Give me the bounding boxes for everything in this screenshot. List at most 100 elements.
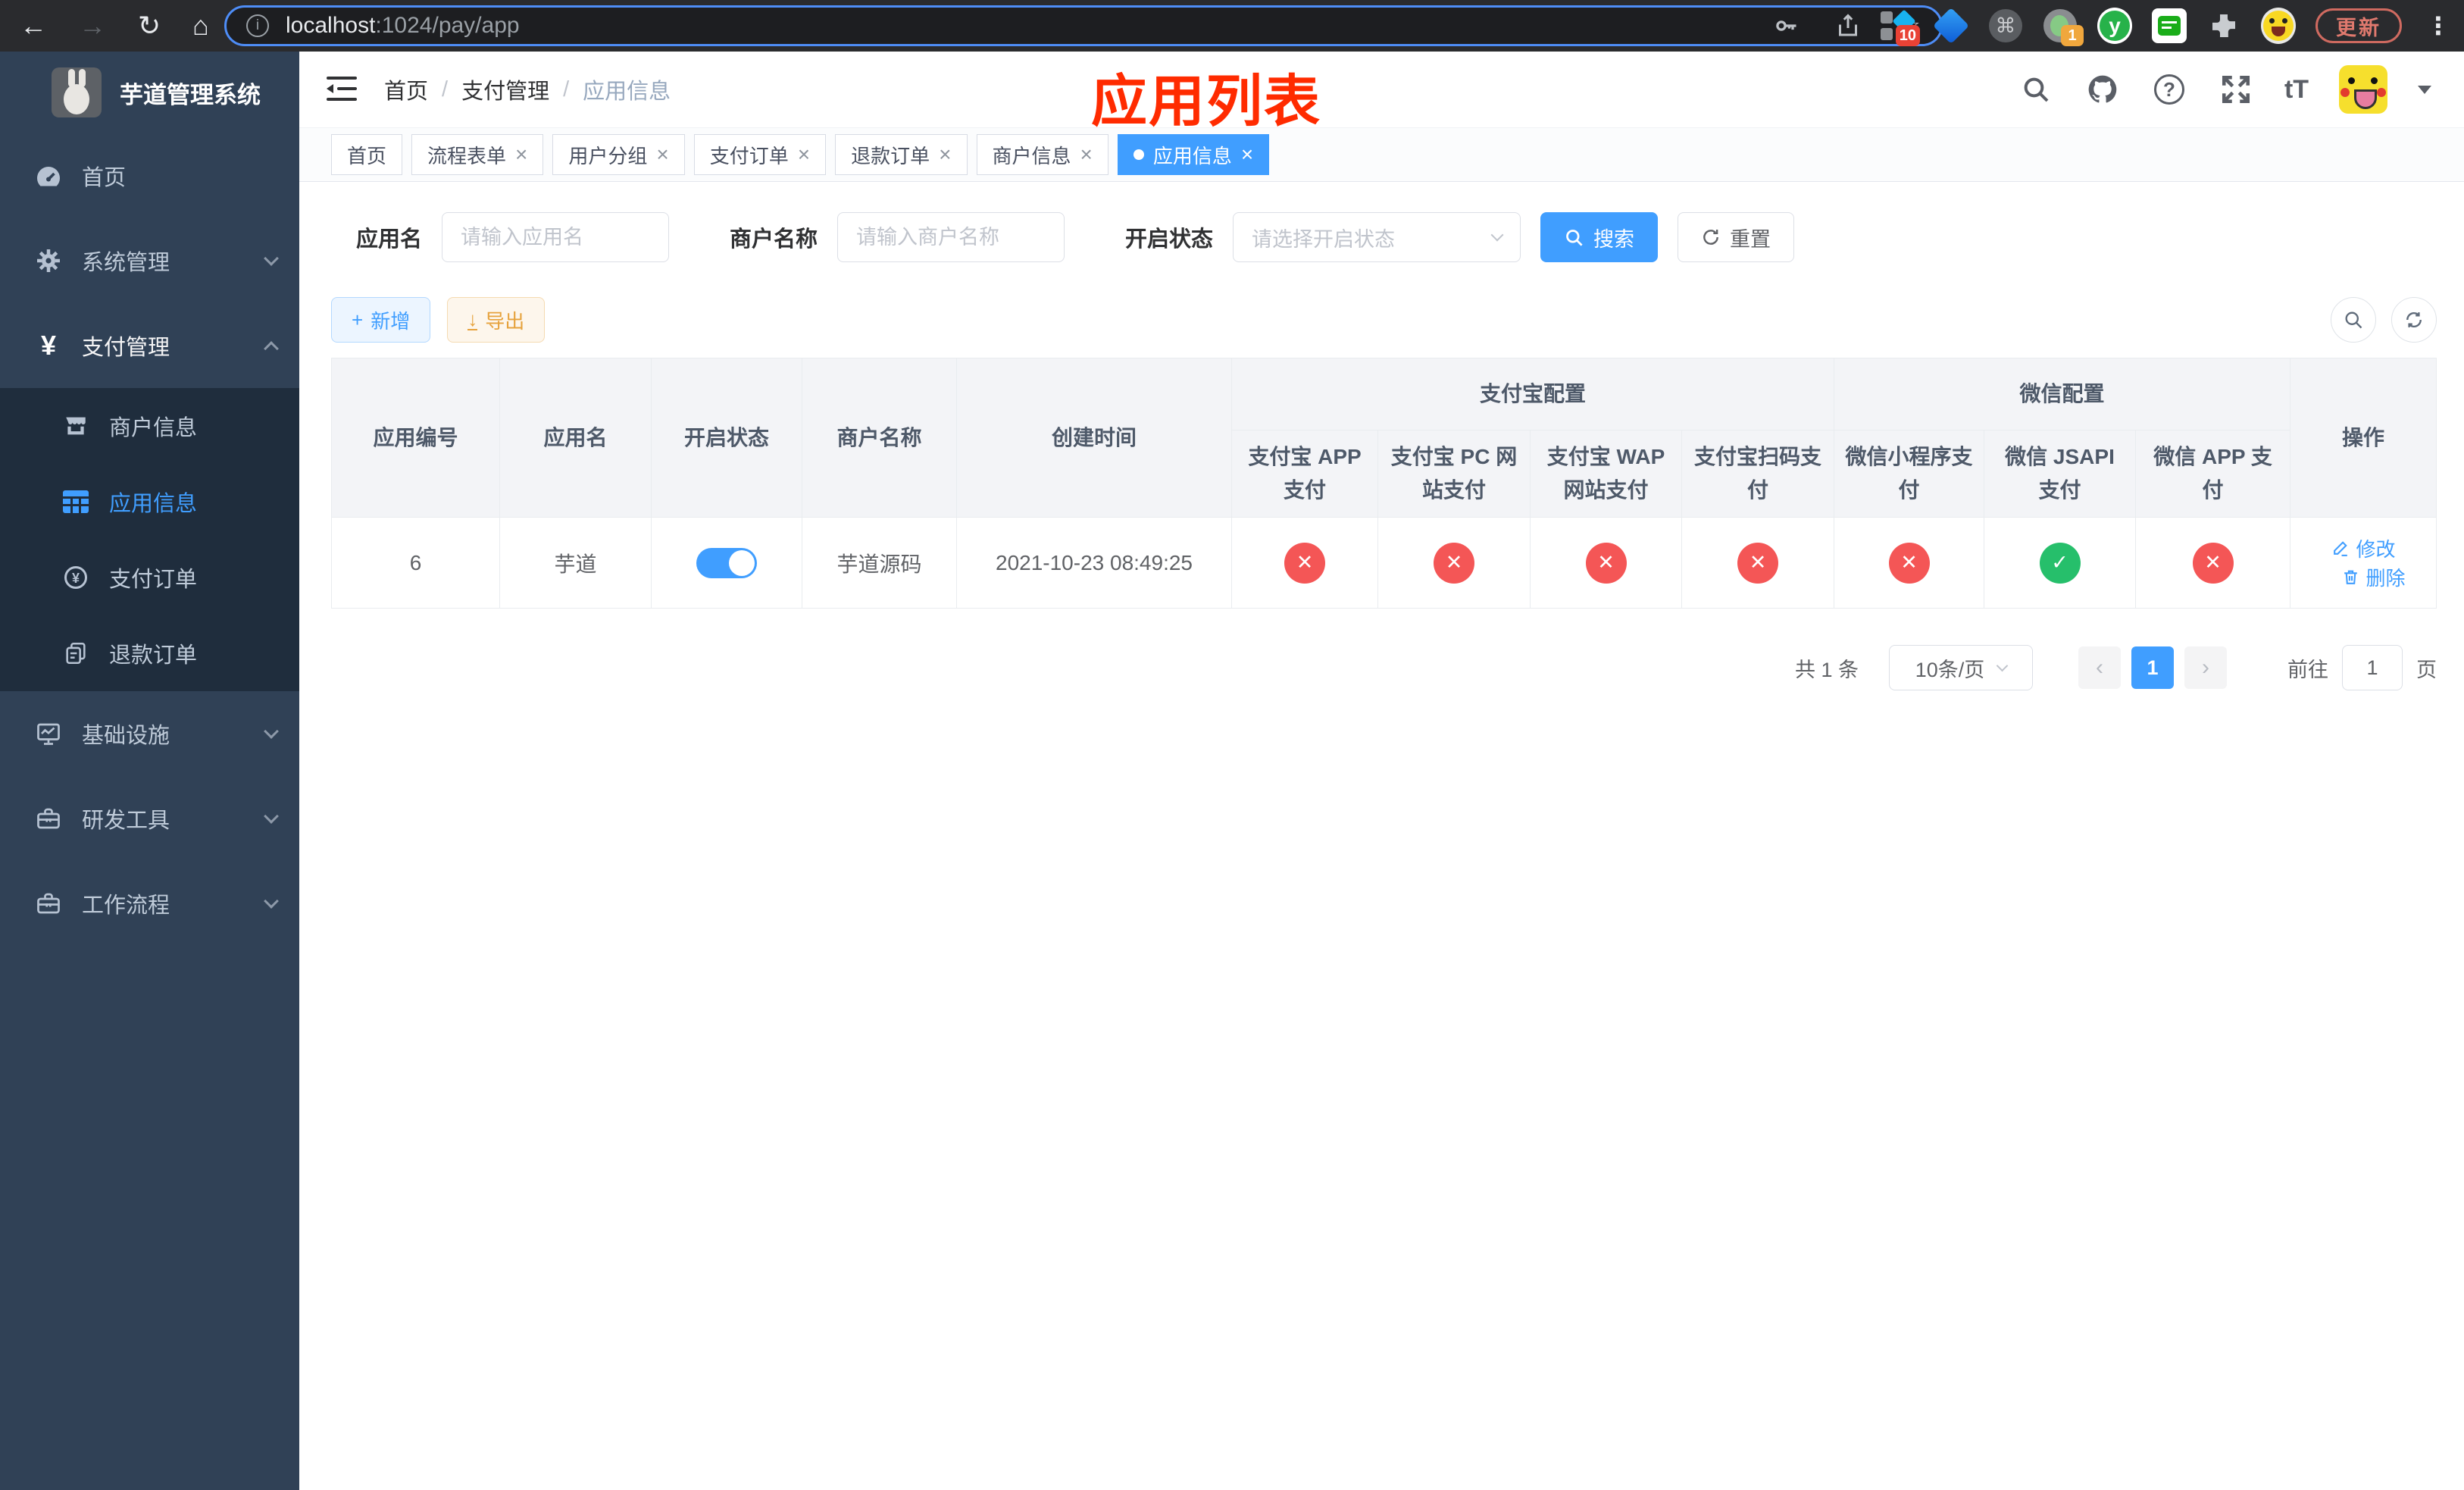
sortable-extension-icon[interactable]: 10 [1879, 8, 1920, 46]
browser-menu-icon[interactable]: ⋮ [2422, 11, 2455, 40]
command-extension-icon[interactable]: ⌘ [1988, 8, 2023, 43]
site-info-icon[interactable]: i [246, 14, 269, 37]
status-select[interactable]: 请选择开启状态 [1233, 212, 1521, 262]
breadcrumb: 首页 / 支付管理 / 应用信息 [384, 74, 671, 105]
fullscreen-icon[interactable] [2218, 71, 2254, 108]
user-avatar[interactable] [2339, 65, 2388, 114]
close-icon[interactable]: × [1080, 144, 1093, 165]
add-button[interactable]: + 新增 [331, 297, 431, 343]
tab-home[interactable]: 首页 [331, 134, 403, 175]
sidebar-logo-row[interactable]: 芋道管理系统 [0, 52, 299, 133]
sidebar-item-system[interactable]: 系统管理 [0, 218, 299, 303]
close-icon[interactable]: × [798, 144, 810, 165]
app-title: 芋道管理系统 [120, 81, 261, 108]
next-page-button[interactable]: › [2184, 646, 2228, 689]
address-bar[interactable]: i localhost:1024/pay/app ☆ [224, 5, 1943, 46]
url-path: :1024/pay/app [375, 13, 520, 38]
collapse-sidebar-icon[interactable] [327, 77, 357, 102]
cell-actions: 修改 删除 [2290, 517, 2437, 609]
sidebar-item-home[interactable]: 首页 [0, 133, 299, 218]
refresh-button[interactable] [2391, 297, 2437, 343]
close-icon[interactable]: × [515, 144, 527, 165]
app-name-label: 应用名 [356, 227, 423, 252]
sidebar-item-app-info[interactable]: 应用信息 [0, 464, 299, 540]
share-icon[interactable] [1834, 12, 1862, 39]
sidebar-item-merchant-info[interactable]: 商户信息 [0, 388, 299, 464]
github-icon[interactable] [2084, 71, 2121, 108]
help-icon[interactable]: ? [2151, 71, 2187, 108]
prev-page-button[interactable]: ‹ [2078, 646, 2122, 689]
close-icon[interactable]: × [656, 144, 668, 165]
wechat-extension-icon[interactable] [2152, 8, 2187, 43]
filter-form: 应用名 商户名称 开启状态 请选择开启状态 搜索 重置 [356, 212, 2437, 262]
close-icon[interactable]: × [939, 144, 951, 165]
puzzle-extensions-icon[interactable] [2206, 8, 2241, 43]
cell-alipay-app: ✕ [1231, 517, 1378, 609]
sidebar-item-label: 基础设施 [82, 724, 170, 748]
edit-link[interactable]: 修改 [2331, 534, 2396, 562]
tab-refund-orders[interactable]: 退款订单 × [835, 134, 968, 175]
font-size-icon[interactable]: tT [2284, 75, 2309, 105]
reset-button[interactable]: 重置 [1678, 212, 1795, 262]
avatar-caret-icon[interactable] [2418, 85, 2432, 94]
tab-pay-orders[interactable]: 支付订单 × [693, 134, 827, 175]
tab-merchant-info[interactable]: 商户信息 × [976, 134, 1108, 175]
status-icon: ✕ [1434, 542, 1474, 584]
sidebar-item-payment[interactable]: ¥ 支付管理 [0, 303, 299, 388]
col-alipay-pc: 支付宝 PC 网站支付 [1377, 430, 1531, 518]
home-icon[interactable]: ⌂ [192, 12, 209, 39]
col-actions: 操作 [2290, 358, 2437, 518]
page-1-button[interactable]: 1 [2131, 646, 2175, 689]
payment-submenu: 商户信息 应用信息 ¥ 支付订单 退款订单 [0, 388, 299, 691]
delete-link[interactable]: 删除 [2341, 563, 2406, 591]
back-icon[interactable]: ← [20, 12, 47, 39]
cell-merchant: 芋道源码 [802, 517, 957, 609]
toggle-search-button[interactable] [2331, 297, 2377, 343]
sidebar-item-workflow[interactable]: 工作流程 [0, 861, 299, 946]
merchant-name-input[interactable] [837, 212, 1065, 262]
tab-user-group[interactable]: 用户分组 × [552, 134, 685, 175]
col-group-wechat: 微信配置 [1834, 358, 2291, 430]
url-text[interactable]: localhost:1024/pay/app [286, 13, 1772, 39]
browser-update-button[interactable]: 更新 [2315, 8, 2402, 43]
sidebar-item-refund-orders[interactable]: 退款订单 [0, 615, 299, 691]
gem-extension-icon[interactable] [1932, 7, 1970, 45]
sidebar-item-infrastructure[interactable]: 基础设施 [0, 691, 299, 776]
goto-page-input[interactable] [2342, 645, 2403, 690]
page-annotation: 应用列表 [1091, 70, 1321, 133]
tab-app-info[interactable]: 应用信息 × [1117, 134, 1270, 175]
shop-icon [61, 413, 91, 439]
sidebar-item-label: 退款订单 [109, 643, 198, 668]
cell-created: 2021-10-23 08:49:25 [956, 517, 1232, 609]
emoji-extension-icon[interactable] [2261, 8, 2296, 44]
table-row: 6 芋道 芋道源码 2021-10-23 08:49:25 ✕ ✕ ✕ ✕ ✕ … [331, 517, 2437, 609]
sidebar-item-pay-orders[interactable]: ¥ 支付订单 [0, 540, 299, 615]
sidebar-item-dev-tools[interactable]: 研发工具 [0, 776, 299, 861]
page-unit-label: 页 [2416, 658, 2437, 681]
password-key-icon[interactable] [1772, 12, 1800, 39]
status-toggle[interactable] [696, 547, 757, 578]
extension-badge: 10 [1895, 25, 1920, 46]
recorder-extension-icon[interactable]: 1 [2043, 8, 2084, 46]
breadcrumb-payment[interactable]: 支付管理 [461, 74, 549, 105]
yudao-extension-icon[interactable]: y [2097, 8, 2132, 44]
goto-label: 前往 [2287, 658, 2329, 681]
yen-icon: ¥ [40, 330, 57, 361]
tab-process-form[interactable]: 流程表单 × [411, 134, 544, 175]
close-icon[interactable]: × [1241, 144, 1253, 165]
status-icon: ✕ [1284, 542, 1325, 584]
cell-wx-app: ✕ [2135, 517, 2291, 609]
forward-icon[interactable]: → [79, 12, 106, 39]
sidebar-item-label: 应用信息 [109, 492, 198, 516]
reload-icon[interactable]: ↻ [138, 12, 161, 39]
page-size-select[interactable]: 10条/页 [1889, 645, 2034, 690]
col-merchant: 商户名称 [802, 358, 957, 518]
col-alipay-qr: 支付宝扫码支付 [1681, 430, 1835, 518]
breadcrumb-home[interactable]: 首页 [384, 74, 428, 105]
status-icon: ✕ [2192, 542, 2234, 584]
app-name-input[interactable] [442, 212, 670, 262]
search-icon[interactable] [2018, 71, 2054, 108]
export-button[interactable]: ↓ 导出 [447, 297, 546, 343]
search-button[interactable]: 搜索 [1540, 212, 1659, 262]
toolbox-icon [33, 805, 64, 832]
